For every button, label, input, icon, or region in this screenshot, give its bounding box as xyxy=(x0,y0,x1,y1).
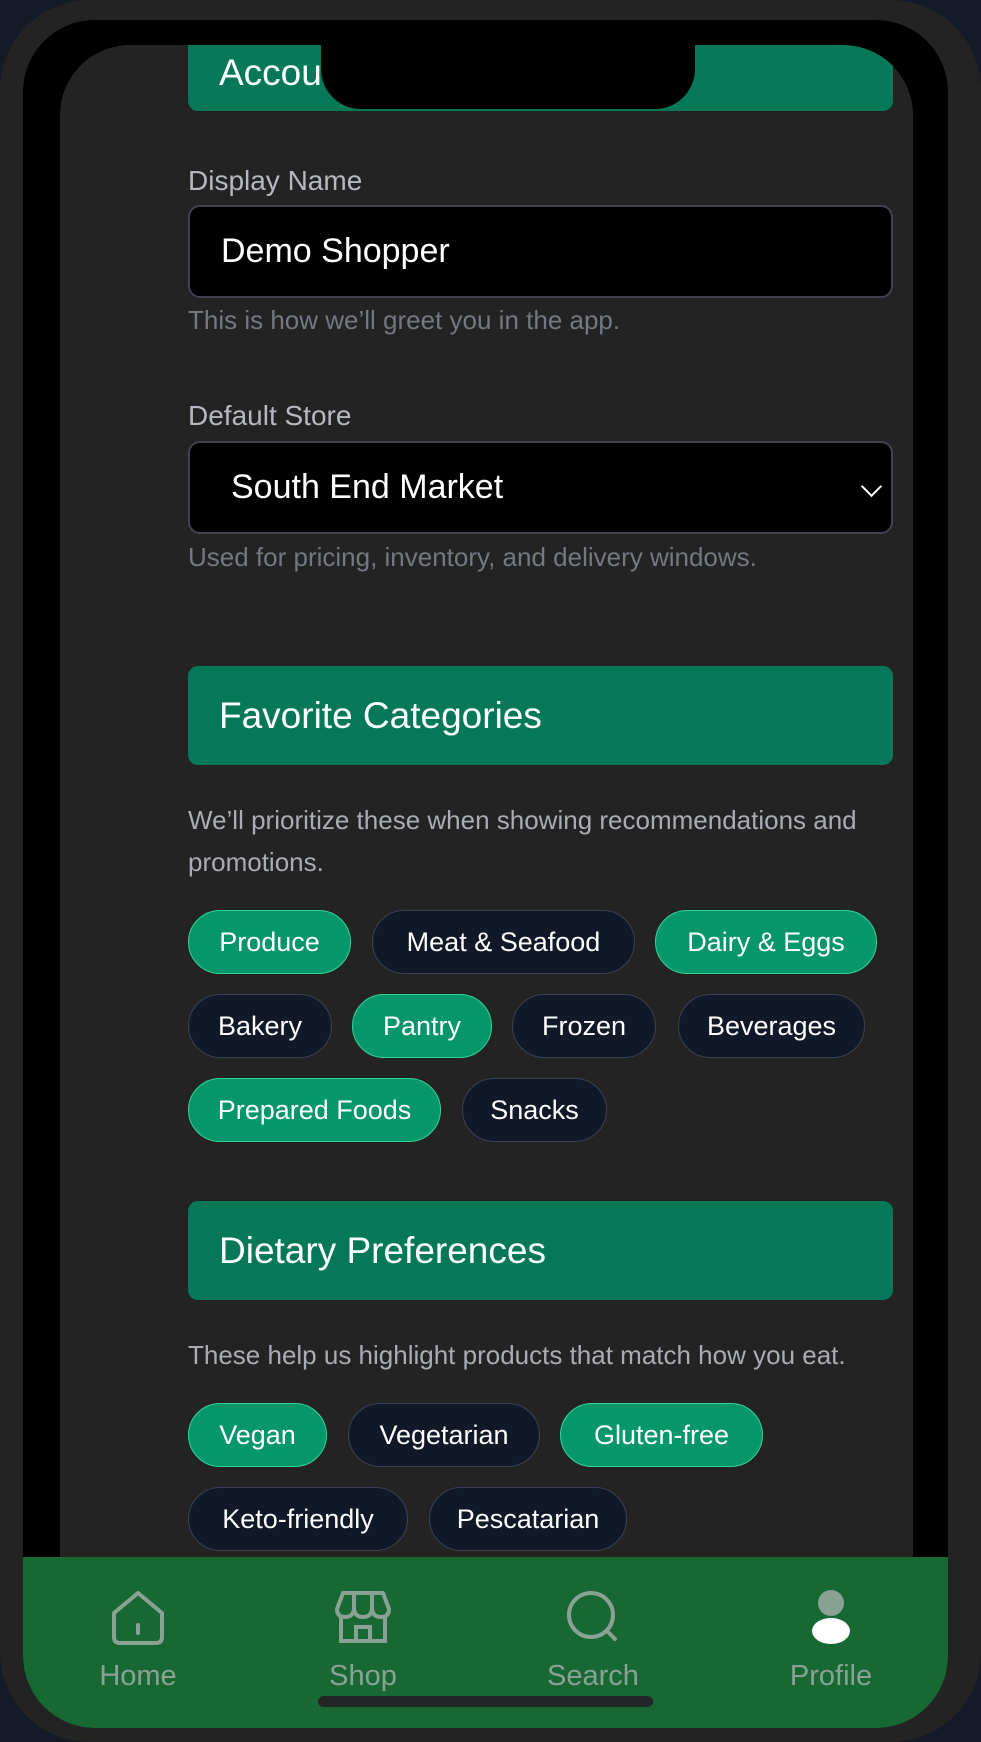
chip-label: Dairy & Eggs xyxy=(687,926,845,957)
dietary-chip-pescatarian[interactable]: Pescatarian xyxy=(429,1487,627,1551)
favorite-categories-title: Favorite Categories xyxy=(219,694,542,736)
dietary-chip-vegetarian[interactable]: Vegetarian xyxy=(348,1403,540,1467)
chip-label: Prepared Foods xyxy=(217,1094,412,1125)
tab-home-label: Home xyxy=(99,1660,177,1692)
default-store-label: Default Store xyxy=(188,400,352,431)
chip-label: Meat & Seafood xyxy=(406,926,601,957)
chip-label: Snacks xyxy=(490,1094,579,1125)
category-chip-bakery[interactable]: Bakery xyxy=(188,994,332,1058)
category-chip-snacks[interactable]: Snacks xyxy=(462,1078,607,1142)
display-name-input[interactable]: Demo Shopper xyxy=(188,205,893,298)
tab-profile[interactable]: Profile xyxy=(761,1557,901,1728)
user-icon xyxy=(801,1587,861,1652)
category-chip-dairy-eggs[interactable]: Dairy & Eggs xyxy=(655,910,877,974)
tab-shop-label: Shop xyxy=(329,1660,397,1692)
default-store-select[interactable]: South End Market xyxy=(188,441,893,534)
search-icon xyxy=(563,1587,623,1652)
category-chip-meat-seafood[interactable]: Meat & Seafood xyxy=(372,910,635,974)
category-chip-frozen[interactable]: Frozen xyxy=(512,994,656,1058)
dietary-chip-vegan[interactable]: Vegan xyxy=(188,1403,327,1467)
default-store-help: Used for pricing, inventory, and deliver… xyxy=(188,542,757,572)
favorite-categories-description: We’ll prioritize these when showing reco… xyxy=(188,805,857,877)
chip-label: Pescatarian xyxy=(456,1503,600,1534)
dietary-chip-keto-friendly[interactable]: Keto-friendly xyxy=(188,1487,408,1551)
dietary-preferences-description: These help us highlight products that ma… xyxy=(188,1340,846,1370)
screen: Account Display Name Demo Shopper This i… xyxy=(60,45,913,1728)
store-icon xyxy=(333,1587,393,1652)
chevron-down-icon xyxy=(860,475,883,498)
tab-profile-label: Profile xyxy=(789,1660,873,1692)
dietary-chip-gluten-free[interactable]: Gluten-free xyxy=(560,1403,763,1467)
chip-label: Pantry xyxy=(382,1010,462,1041)
chip-label: Bakery xyxy=(217,1010,303,1041)
category-chip-beverages[interactable]: Beverages xyxy=(678,994,865,1058)
dietary-preferences-title: Dietary Preferences xyxy=(219,1229,546,1271)
home-icon xyxy=(108,1587,168,1652)
chip-label: Frozen xyxy=(541,1010,627,1041)
tab-home[interactable]: Home xyxy=(68,1557,208,1728)
default-store-value: South End Market xyxy=(231,468,504,506)
chip-label: Gluten-free xyxy=(593,1419,730,1450)
dietary-preferences-header: Dietary Preferences xyxy=(188,1201,893,1300)
chip-label: Vegetarian xyxy=(379,1419,509,1450)
device-notch xyxy=(321,40,695,109)
chip-label: Beverages xyxy=(706,1010,837,1041)
favorite-categories-header: Favorite Categories xyxy=(188,666,893,765)
home-indicator xyxy=(318,1696,653,1707)
category-chip-produce[interactable]: Produce xyxy=(188,910,351,974)
chip-label: Keto-friendly xyxy=(222,1503,374,1534)
category-chip-prepared-foods[interactable]: Prepared Foods xyxy=(188,1078,441,1142)
category-chip-pantry[interactable]: Pantry xyxy=(352,994,492,1058)
device-frame: Account Display Name Demo Shopper This i… xyxy=(0,0,981,1742)
tab-search-label: Search xyxy=(547,1660,639,1692)
chip-label: Vegan xyxy=(219,1419,296,1450)
display-name-help: This is how we’ll greet you in the app. xyxy=(188,305,621,335)
chip-label: Produce xyxy=(219,926,320,957)
display-name-value: Demo Shopper xyxy=(221,232,450,270)
display-name-label: Display Name xyxy=(188,165,363,196)
device-bezel: Account Display Name Demo Shopper This i… xyxy=(23,20,948,1728)
